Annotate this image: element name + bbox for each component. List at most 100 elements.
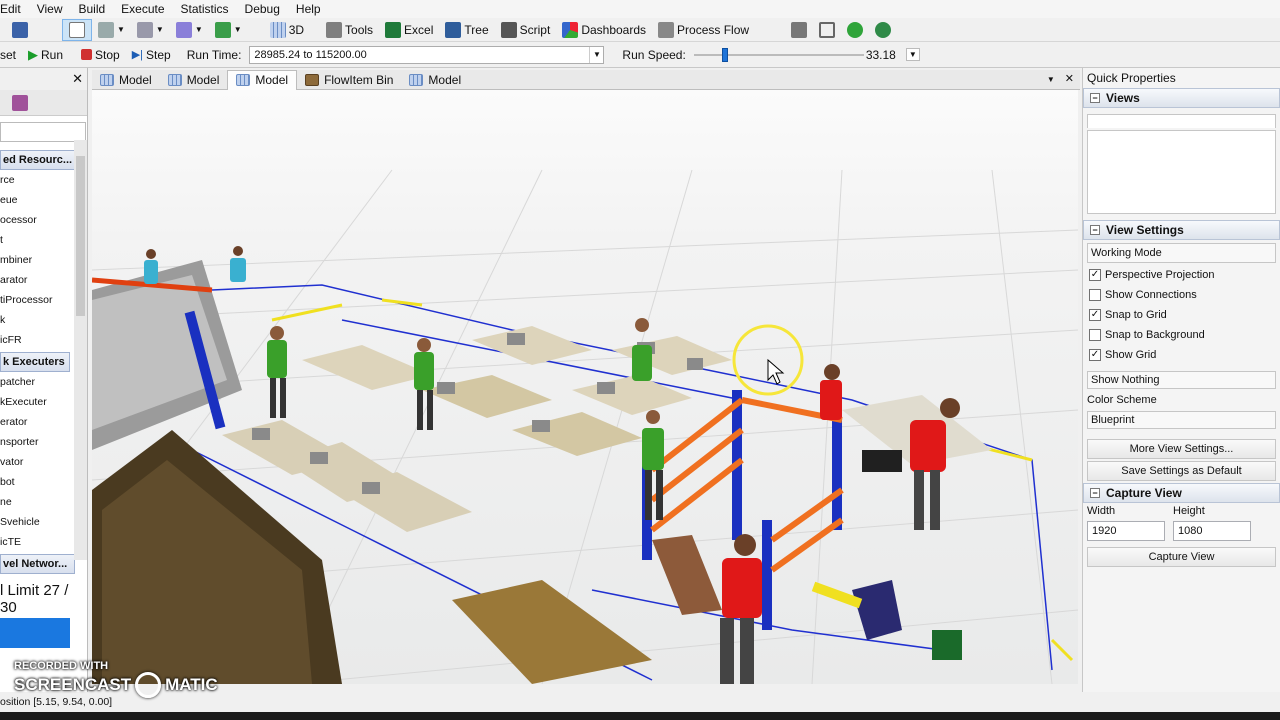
- menu-help[interactable]: Help: [288, 2, 329, 16]
- shape-button[interactable]: ▼: [170, 19, 209, 41]
- dashboards-button[interactable]: Dashboards: [556, 19, 652, 41]
- library-group-task-executers[interactable]: k Executers: [0, 352, 70, 372]
- views-list-body[interactable]: [1087, 130, 1276, 214]
- window-tile-button[interactable]: [785, 19, 813, 41]
- tab-model-3[interactable]: Model: [227, 69, 298, 90]
- tab-flowitem-bin[interactable]: FlowItem Bin: [297, 70, 401, 90]
- close-icon[interactable]: ✕: [72, 71, 83, 87]
- run-speed-label: Run Speed:: [622, 47, 686, 62]
- run-button[interactable]: ▶ Run: [22, 44, 69, 66]
- tab-model-2[interactable]: Model: [160, 70, 228, 90]
- reset-button[interactable]: set: [0, 44, 22, 66]
- excel-icon: [385, 21, 402, 38]
- cart: [862, 450, 902, 472]
- save-icon: [12, 21, 28, 38]
- script-button[interactable]: Script: [495, 19, 557, 41]
- connect-icon: [98, 21, 114, 38]
- perspective-projection-checkbox[interactable]: ✓ Perspective Projection: [1083, 265, 1280, 285]
- library-group-travel-networks[interactable]: vel Networ...: [0, 554, 75, 574]
- 3d-model-view[interactable]: [92, 90, 1078, 684]
- screen-bottom-bar: [0, 712, 1280, 720]
- snap-to-background-checkbox[interactable]: Snap to Background: [1083, 325, 1280, 345]
- menu-build[interactable]: Build: [70, 2, 113, 16]
- color-scheme-label: Color Scheme: [1087, 394, 1157, 406]
- slider-thumb[interactable]: [721, 47, 728, 62]
- tab-model-1[interactable]: Model: [92, 70, 160, 90]
- box: [932, 630, 962, 660]
- step-icon: ▶|: [131, 49, 144, 61]
- run-speed-slider[interactable]: [693, 46, 864, 64]
- close-icon[interactable]: ✕: [1065, 73, 1074, 85]
- link-mode-button[interactable]: ▼: [131, 19, 170, 41]
- height-input[interactable]: 1080: [1173, 521, 1251, 541]
- license-limit: l Limit 27 / 30: [0, 582, 69, 616]
- shape-icon: [175, 21, 192, 38]
- script-icon: [500, 21, 517, 38]
- menu-statistics[interactable]: Statistics: [173, 2, 237, 16]
- library-scrollbar[interactable]: [74, 140, 87, 560]
- library-search-input[interactable]: [0, 122, 86, 142]
- collapse-icon: −: [1090, 93, 1100, 103]
- flowitem-bin-icon: [305, 73, 320, 86]
- menu-bar: Edit View Build Execute Statistics Debug…: [0, 0, 1280, 18]
- color-scheme-dropdown[interactable]: Blueprint: [1087, 411, 1276, 429]
- 3d-button[interactable]: 3D: [264, 19, 310, 41]
- process-flow-button[interactable]: Process Flow: [652, 19, 755, 41]
- tile-icon: [791, 21, 808, 38]
- connect-mode-button[interactable]: ▼: [92, 19, 131, 41]
- online-button[interactable]: [869, 19, 897, 41]
- save-button[interactable]: [0, 19, 34, 41]
- model-icon: [236, 74, 251, 86]
- menu-edit[interactable]: Edit: [0, 2, 29, 16]
- menu-execute[interactable]: Execute: [113, 2, 172, 16]
- grid-3d-icon: [269, 21, 286, 38]
- run-toolbar: set ▶ Run Stop ▶| Step Run Time: 28985.24 …: [0, 42, 1280, 68]
- stop-button[interactable]: Stop: [75, 44, 126, 66]
- working-mode-dropdown[interactable]: Working Mode: [1087, 243, 1276, 263]
- show-grid-checkbox[interactable]: ✓ Show Grid: [1083, 345, 1280, 365]
- show-nothing-dropdown[interactable]: Show Nothing: [1087, 371, 1276, 389]
- screencast-watermark: RECORDED WITH SCREENCAST MATIC: [14, 660, 218, 698]
- snap-to-grid-checkbox[interactable]: ✓ Snap to Grid: [1083, 305, 1280, 325]
- tree-button[interactable]: Tree: [439, 19, 494, 41]
- model-icon: [167, 73, 182, 86]
- views-list[interactable]: [1087, 114, 1276, 128]
- main-toolbar: ▼ ▼ ▼ ▼ 3D Tools Excel Tree Script Dashb…: [0, 18, 1280, 42]
- collapse-icon: −: [1090, 225, 1100, 235]
- select-mode-button[interactable]: [62, 18, 92, 41]
- library-icon: [12, 95, 28, 111]
- views-section-header[interactable]: − Views: [1083, 88, 1280, 108]
- chevron-down-icon[interactable]: ▼: [589, 46, 603, 63]
- measure-button[interactable]: ▼: [209, 19, 248, 41]
- globe-icon: [875, 21, 892, 38]
- library-group-fixed-resources[interactable]: ed Resourc...: [0, 150, 75, 170]
- chevron-down-icon[interactable]: ▼: [1047, 75, 1055, 84]
- tab-model-4[interactable]: Model: [401, 70, 469, 90]
- menu-debug[interactable]: Debug: [237, 2, 288, 16]
- run-time-label: Run Time:: [186, 47, 242, 62]
- stop-icon: [81, 49, 93, 60]
- 3d-scene[interactable]: [92, 90, 1078, 684]
- tree-icon: [445, 21, 462, 38]
- more-view-settings-button[interactable]: More View Settings...: [1087, 439, 1276, 459]
- model-icon: [100, 73, 114, 86]
- menu-view[interactable]: View: [29, 2, 71, 16]
- help-icon: [847, 21, 864, 38]
- excel-button[interactable]: Excel: [379, 19, 439, 41]
- library-tab[interactable]: [0, 90, 87, 116]
- help-button[interactable]: [841, 19, 869, 41]
- tools-button[interactable]: Tools: [320, 19, 379, 41]
- model-icon: [409, 73, 424, 86]
- collapse-icon: −: [1090, 488, 1100, 498]
- step-button[interactable]: ▶| Step: [126, 44, 177, 66]
- save-settings-default-button[interactable]: Save Settings as Default: [1087, 461, 1276, 481]
- capture-view-button[interactable]: Capture View: [1087, 547, 1276, 567]
- show-connections-checkbox[interactable]: Show Connections: [1083, 285, 1280, 305]
- run-speed-dropdown[interactable]: ▼: [905, 48, 920, 61]
- run-time-field[interactable]: 28985.24 to 115200.00 ▼: [249, 45, 605, 64]
- play-icon: ▶: [28, 46, 39, 62]
- capture-view-section-header[interactable]: − Capture View: [1083, 483, 1280, 503]
- window-button[interactable]: [813, 19, 841, 41]
- width-input[interactable]: 1920: [1087, 521, 1165, 541]
- view-settings-section-header[interactable]: − View Settings: [1083, 220, 1280, 240]
